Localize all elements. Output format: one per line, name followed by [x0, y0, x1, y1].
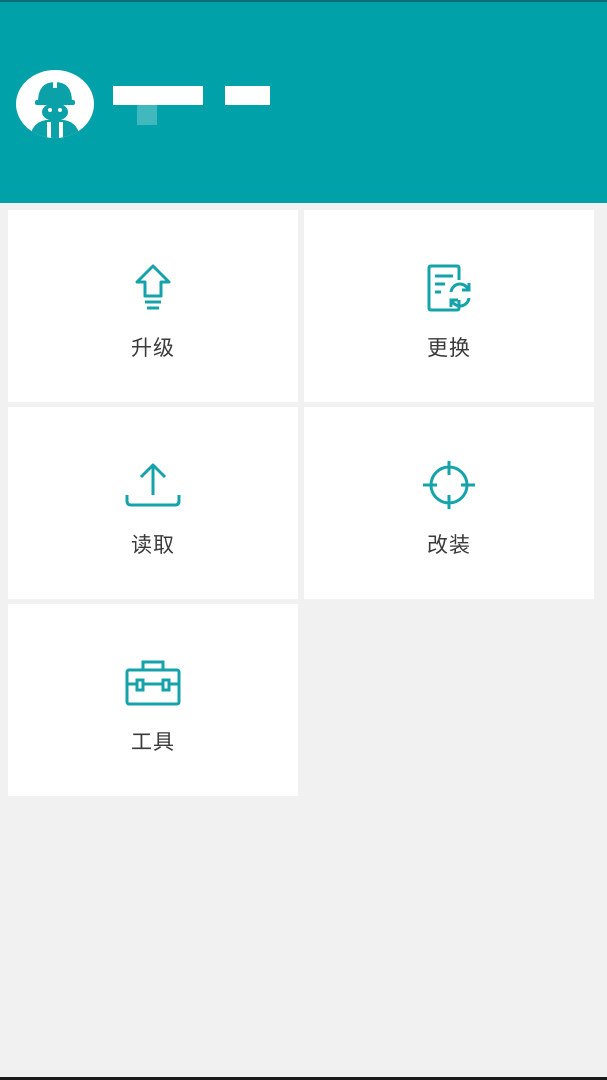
user-name-redacted	[113, 86, 203, 105]
menu-tile-replace[interactable]: 更换	[304, 210, 594, 402]
worker-avatar[interactable]	[16, 70, 94, 138]
profile-header	[0, 2, 607, 203]
upgrade-arrow-icon	[123, 262, 183, 314]
menu-tile-upgrade[interactable]: 升级	[8, 210, 298, 402]
replace-document-icon	[419, 262, 479, 314]
read-upload-icon	[123, 459, 183, 511]
toolbox-icon	[123, 656, 183, 708]
target-crosshair-icon	[419, 459, 479, 511]
worker-helmet-icon	[30, 80, 80, 138]
menu-label-upgrade: 升级	[131, 336, 175, 360]
menu-tile-tools[interactable]: 工具	[8, 604, 298, 796]
menu-tile-read[interactable]: 读取	[8, 407, 298, 599]
redaction-shadow	[137, 105, 157, 125]
menu-label-modify: 改装	[427, 533, 471, 557]
menu-label-replace: 更换	[427, 336, 471, 360]
menu-label-tools: 工具	[131, 730, 175, 754]
menu-tile-modify[interactable]: 改装	[304, 407, 594, 599]
user-role-redacted	[225, 86, 270, 105]
menu-label-read: 读取	[131, 533, 175, 557]
